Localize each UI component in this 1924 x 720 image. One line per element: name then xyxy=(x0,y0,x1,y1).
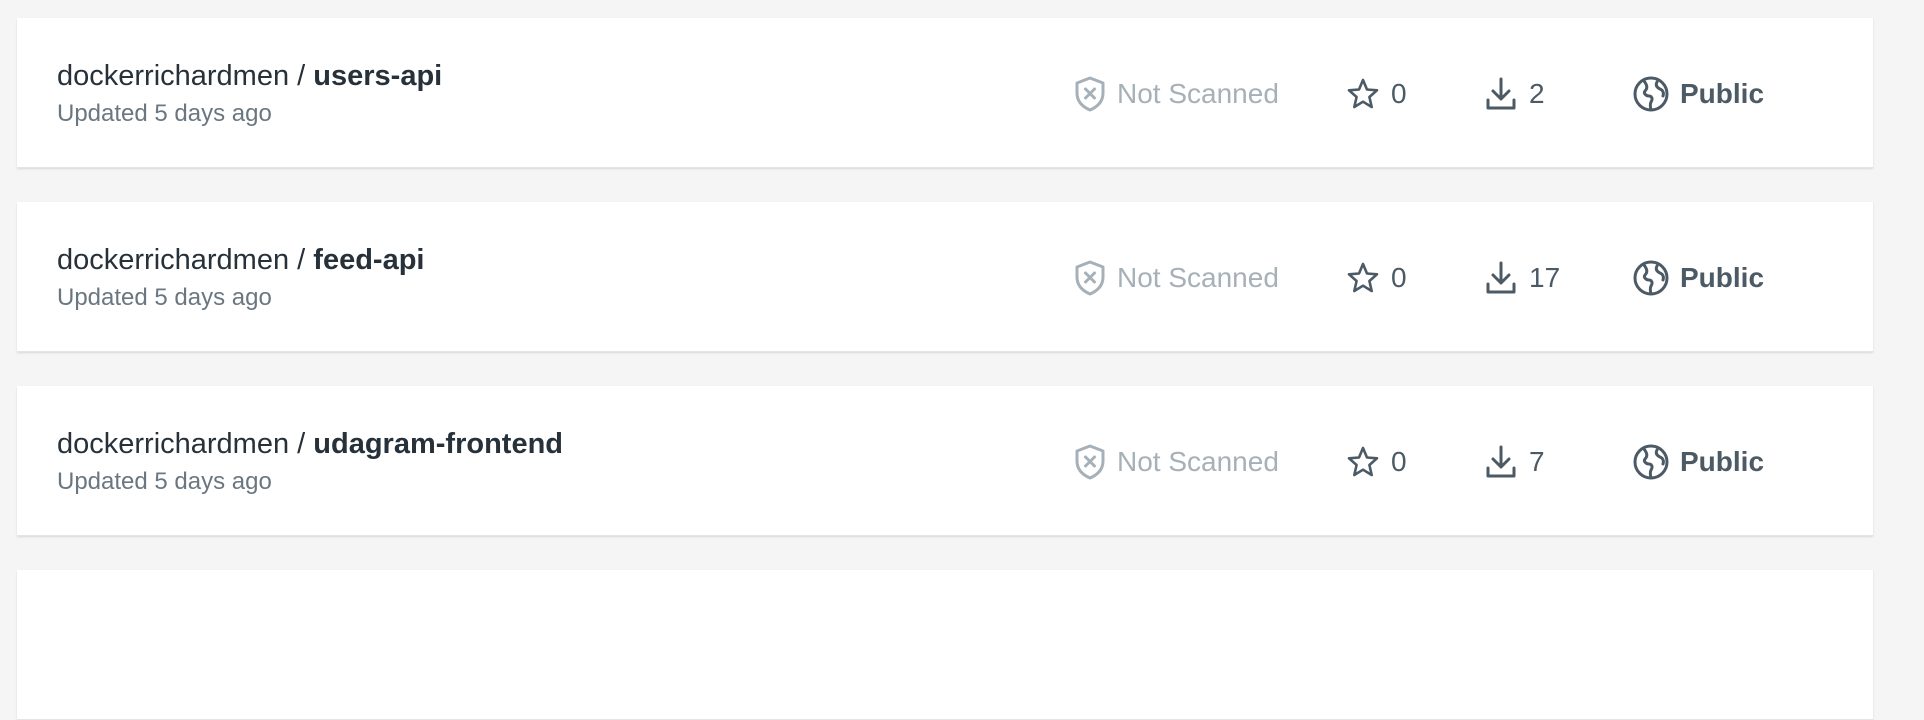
repository-namespace: dockerrichardmen xyxy=(57,60,290,92)
scan-status: Not Scanned xyxy=(1075,74,1279,114)
repository-namespace: dockerrichardmen xyxy=(57,428,290,460)
repository-title[interactable]: dockerrichardmen / udagram-frontend xyxy=(57,428,563,461)
repository-namespace: dockerrichardmen xyxy=(57,244,290,276)
star-icon xyxy=(1347,262,1391,294)
visibility-label: Public xyxy=(1680,78,1765,109)
star-count-value: 0 xyxy=(1391,262,1407,293)
repository-card[interactable]: dockerrichardmen / users-api Updated 5 d… xyxy=(17,18,1873,168)
shield-x-icon xyxy=(1075,444,1117,480)
scan-status-label: Not Scanned xyxy=(1117,446,1279,477)
download-icon xyxy=(1485,76,1529,112)
visibility-label: Public xyxy=(1680,446,1765,477)
pull-count-value: 2 xyxy=(1529,78,1545,109)
repository-list: dockerrichardmen / users-api Updated 5 d… xyxy=(0,0,1924,720)
pull-count: 7 xyxy=(1485,442,1545,482)
repository-separator: / xyxy=(289,428,314,460)
star-count-value: 0 xyxy=(1391,446,1407,477)
scan-status-label: Not Scanned xyxy=(1117,262,1279,293)
scan-status-label: Not Scanned xyxy=(1117,78,1279,109)
shield-x-icon xyxy=(1075,76,1117,112)
pull-count-value: 17 xyxy=(1529,262,1561,293)
pull-count: 2 xyxy=(1485,74,1545,114)
visibility: Public xyxy=(1632,74,1764,114)
globe-icon xyxy=(1632,443,1680,481)
repository-card[interactable]: dockerrichardmen / udagram-frontend Upda… xyxy=(17,386,1873,536)
star-count: 0 xyxy=(1347,258,1407,298)
repository-updated: Updated 5 days ago xyxy=(57,284,272,311)
repository-separator: / xyxy=(289,60,314,92)
scan-status: Not Scanned xyxy=(1075,258,1279,298)
repository-name[interactable]: users-api xyxy=(313,60,442,92)
star-count-value: 0 xyxy=(1391,78,1407,109)
repository-card[interactable]: dockerrichardmen / feed-api Updated 5 da… xyxy=(17,202,1873,352)
repository-updated: Updated 5 days ago xyxy=(57,100,272,127)
star-icon xyxy=(1347,446,1391,478)
shield-x-icon xyxy=(1075,260,1117,296)
star-count: 0 xyxy=(1347,74,1407,114)
star-count: 0 xyxy=(1347,442,1407,482)
repository-updated: Updated 5 days ago xyxy=(57,468,272,495)
repository-separator: / xyxy=(289,244,314,276)
download-icon xyxy=(1485,260,1529,296)
download-icon xyxy=(1485,444,1529,480)
star-icon xyxy=(1347,78,1391,110)
visibility-label: Public xyxy=(1680,262,1765,293)
globe-icon xyxy=(1632,75,1680,113)
repository-card-partial[interactable] xyxy=(17,570,1873,720)
scan-status: Not Scanned xyxy=(1075,442,1279,482)
visibility: Public xyxy=(1632,442,1764,482)
pull-count-value: 7 xyxy=(1529,446,1545,477)
repository-title[interactable]: dockerrichardmen / feed-api xyxy=(57,244,424,277)
repository-title[interactable]: dockerrichardmen / users-api xyxy=(57,60,442,93)
visibility: Public xyxy=(1632,258,1764,298)
pull-count: 17 xyxy=(1485,258,1560,298)
repository-name[interactable]: feed-api xyxy=(313,244,424,276)
repository-name[interactable]: udagram-frontend xyxy=(313,428,563,460)
globe-icon xyxy=(1632,259,1680,297)
